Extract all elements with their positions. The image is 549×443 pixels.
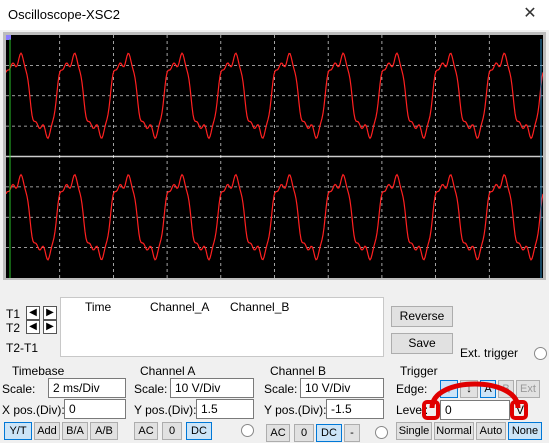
channel-b-scale-label: Scale: bbox=[264, 382, 298, 396]
channel-a-dc-button[interactable]: DC bbox=[186, 422, 212, 440]
scope-svg bbox=[5, 35, 544, 278]
oscilloscope-screen bbox=[5, 35, 544, 278]
channel-b-invert-button[interactable]: - bbox=[344, 424, 360, 442]
channel-a-ypos-field[interactable]: 1.5 bbox=[196, 399, 254, 419]
mode-ab-button[interactable]: A/B bbox=[90, 422, 118, 440]
channel-a-scale-label: Scale: bbox=[134, 382, 168, 396]
red-annotation-headset-icon bbox=[422, 381, 528, 420]
channel-b-terminal[interactable] bbox=[375, 426, 388, 439]
channel-a-ypos-label: Y pos.(Div): bbox=[134, 403, 197, 417]
channel-a-ac-button[interactable]: AC bbox=[134, 422, 158, 440]
t1-label: T1 bbox=[6, 307, 21, 321]
timebase-xpos-field[interactable]: 0 bbox=[64, 399, 126, 419]
channel-b-zero-button[interactable]: 0 bbox=[294, 424, 314, 442]
column-channel-a: Channel_A bbox=[150, 300, 210, 314]
ext-trigger-label: Ext. trigger bbox=[460, 346, 519, 360]
timebase-title: Timebase bbox=[12, 364, 65, 378]
channel-b-ac-button[interactable]: AC bbox=[266, 424, 290, 442]
channel-b-title: Channel B bbox=[270, 364, 327, 378]
t2t1-label: T2-T1 bbox=[6, 341, 39, 355]
mode-ba-button[interactable]: B/A bbox=[62, 422, 88, 440]
t2-label: T2 bbox=[6, 321, 21, 335]
timebase-scale-field[interactable]: 2 ms/Div bbox=[48, 378, 126, 398]
channel-b-ypos-label: Y pos.(Div): bbox=[264, 403, 327, 417]
close-icon[interactable]: ✕ bbox=[518, 3, 542, 25]
channel-b-scale-field[interactable]: 10 V/Div bbox=[300, 378, 384, 398]
timebase-xpos-label: X pos.(Div): bbox=[2, 403, 65, 417]
timebase-scale-label: Scale: bbox=[2, 382, 36, 396]
mode-yt-button[interactable]: Y/T bbox=[4, 422, 32, 440]
reverse-button[interactable]: Reverse bbox=[391, 306, 453, 327]
channel-a-terminal[interactable] bbox=[241, 424, 254, 437]
save-button[interactable]: Save bbox=[391, 333, 453, 354]
mode-add-button[interactable]: Add bbox=[34, 422, 60, 440]
t2-right-arrow-icon[interactable]: ▶ bbox=[43, 320, 57, 334]
column-time: Time bbox=[85, 300, 112, 314]
column-channel-b: Channel_B bbox=[230, 300, 290, 314]
t1-left-arrow-icon[interactable]: ◀ bbox=[26, 306, 40, 320]
channel-a-zero-button[interactable]: 0 bbox=[162, 422, 182, 440]
t2-left-arrow-icon[interactable]: ◀ bbox=[26, 320, 40, 334]
window-title: Oscilloscope-XSC2 bbox=[8, 7, 120, 22]
channel-a-scale-field[interactable]: 10 V/Div bbox=[170, 378, 254, 398]
channel-a-title: Channel A bbox=[140, 364, 196, 378]
channel-b-ypos-field[interactable]: -1.5 bbox=[326, 399, 384, 419]
ext-trigger-terminal[interactable] bbox=[534, 347, 547, 360]
channel-b-dc-button[interactable]: DC bbox=[316, 424, 342, 442]
t1-right-arrow-icon[interactable]: ▶ bbox=[43, 306, 57, 320]
